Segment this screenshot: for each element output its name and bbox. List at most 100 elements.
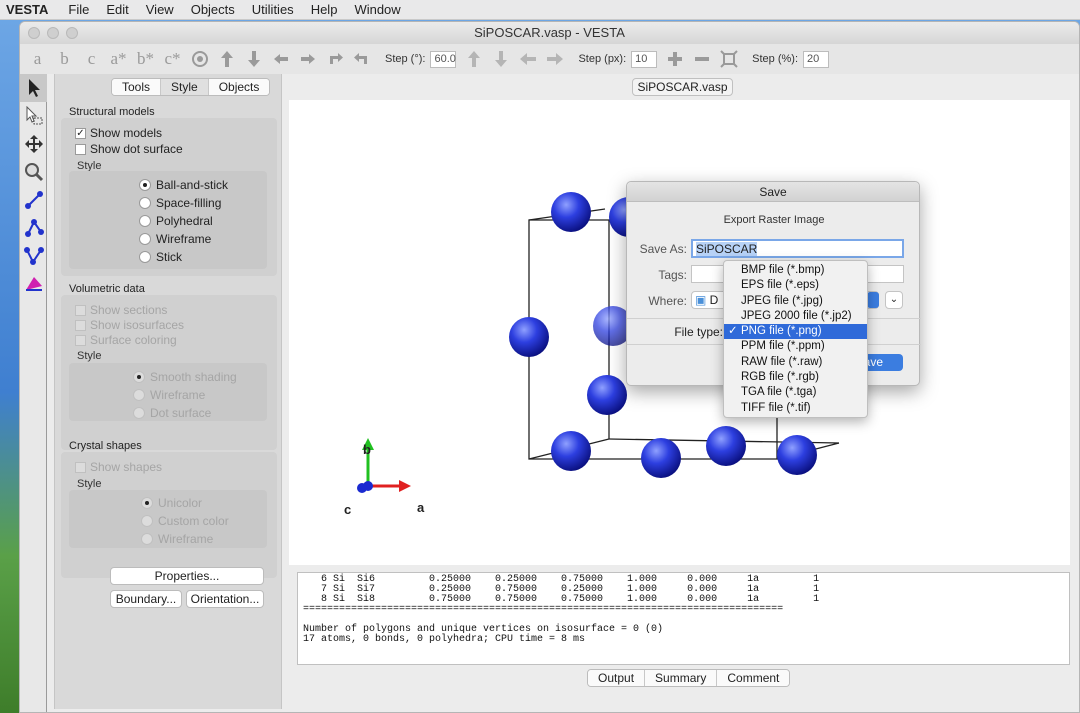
menu-utilities[interactable]: Utilities <box>252 2 294 17</box>
vesta-window: SiPOSCAR.vasp - VESTA a b c a* b* c* Ste… <box>19 21 1080 713</box>
save-as-label: Save As: <box>639 242 687 256</box>
custom-color-radio[interactable]: Custom color <box>141 514 229 528</box>
view-along-c-button[interactable]: c <box>80 47 103 71</box>
si-atom <box>706 426 746 466</box>
file-type-option[interactable]: TGA file (*.tga) <box>724 385 867 400</box>
close-window-button[interactable] <box>28 27 40 39</box>
rotate-right-icon[interactable] <box>296 47 319 71</box>
dihedral-tool-icon[interactable] <box>20 242 47 270</box>
volumetric-wireframe-radio[interactable]: Wireframe <box>133 388 205 402</box>
app-menu[interactable]: VESTA <box>6 2 48 17</box>
surface-coloring-checkbox[interactable]: Surface coloring <box>75 333 177 347</box>
fit-to-window-icon[interactable] <box>717 47 740 71</box>
zoom-in-icon[interactable] <box>663 47 686 71</box>
tab-summary[interactable]: Summary <box>645 670 718 686</box>
menu-help[interactable]: Help <box>311 2 338 17</box>
tab-tools[interactable]: Tools <box>112 79 162 95</box>
menu-bar: VESTA File Edit View Objects Utilities H… <box>0 0 1080 20</box>
step-px-input[interactable]: 10 <box>631 50 658 68</box>
smooth-shading-radio[interactable]: Smooth shading <box>133 370 237 384</box>
move-down-icon[interactable] <box>489 47 512 71</box>
file-type-option[interactable]: JPEG file (*.jpg) <box>724 294 867 309</box>
step-deg-label: Step (°): <box>385 53 426 65</box>
show-models-checkbox[interactable]: ✓ Show models <box>75 126 162 140</box>
distance-tool-icon[interactable] <box>20 186 47 214</box>
show-dot-surface-checkbox[interactable]: Show dot surface <box>75 142 183 156</box>
menu-objects[interactable]: Objects <box>191 2 235 17</box>
window-titlebar: SiPOSCAR.vasp - VESTA <box>20 22 1079 44</box>
view-along-b-button[interactable]: b <box>53 47 76 71</box>
file-type-option[interactable]: JPEG 2000 file (*.jp2) <box>724 309 867 324</box>
move-right-icon[interactable] <box>543 47 566 71</box>
stick-radio[interactable]: Stick <box>139 250 182 264</box>
output-line: ========================================… <box>303 604 784 615</box>
translate-tool-icon[interactable] <box>20 130 47 158</box>
file-type-option[interactable]: EPS file (*.eps) <box>724 278 867 293</box>
file-type-label: File type: <box>674 325 723 339</box>
expand-chevron-icon[interactable]: ⌄ <box>885 291 903 309</box>
menu-file[interactable]: File <box>68 2 89 17</box>
polyhedral-radio[interactable]: Polyhedral <box>139 214 213 228</box>
rotate-down-icon[interactable] <box>242 47 265 71</box>
ball-and-stick-radio[interactable]: Ball-and-stick <box>139 178 228 192</box>
tab-comment[interactable]: Comment <box>717 670 790 686</box>
crystal-wireframe-radio[interactable]: Wireframe <box>141 532 213 546</box>
file-type-option[interactable]: PPM file (*.ppm) <box>724 339 867 354</box>
show-isosurfaces-checkbox[interactable]: Show isosurfaces <box>75 318 184 332</box>
si-atom <box>551 192 591 232</box>
where-dropdown-icon[interactable] <box>867 292 879 308</box>
checkmark-icon: ✓ <box>728 325 738 338</box>
tab-output[interactable]: Output <box>588 670 646 686</box>
file-type-option[interactable]: BMP file (*.bmp) <box>724 263 867 278</box>
step-px-label: Step (px): <box>578 53 627 65</box>
rotate-ccw-icon[interactable] <box>323 47 346 71</box>
reset-orientation-icon[interactable] <box>188 47 211 71</box>
menu-window[interactable]: Window <box>354 2 400 17</box>
view-along-b-star-button[interactable]: b* <box>134 47 157 71</box>
output-text-area[interactable]: 6 Si Si6 0.25000 0.25000 0.75000 1.000 0… <box>297 572 1070 665</box>
show-shapes-checkbox[interactable]: Show shapes <box>75 460 162 474</box>
unicolor-radio[interactable]: Unicolor <box>141 496 202 510</box>
crystal-shapes-title: Crystal shapes <box>69 440 142 452</box>
file-type-option[interactable]: TIFF file (*.tif) <box>724 401 867 416</box>
file-type-option[interactable]: ✓ PNG file (*.png) <box>724 324 867 340</box>
select-region-tool-icon[interactable] <box>20 102 47 130</box>
wireframe-radio[interactable]: Wireframe <box>139 232 211 246</box>
tab-objects[interactable]: Objects <box>208 79 270 95</box>
volumetric-style-label: Style <box>77 350 102 362</box>
move-up-icon[interactable] <box>462 47 485 71</box>
lattice-plane-tool-icon[interactable] <box>20 270 47 298</box>
magnifier-tool-icon[interactable] <box>20 158 47 186</box>
tab-style[interactable]: Style <box>161 79 209 95</box>
rotate-left-icon[interactable] <box>269 47 292 71</box>
menu-view[interactable]: View <box>146 2 174 17</box>
minimize-window-button[interactable] <box>47 27 59 39</box>
zoom-window-button[interactable] <box>66 27 78 39</box>
save-as-input[interactable]: SiPOSCAR <box>691 239 904 258</box>
menu-edit[interactable]: Edit <box>106 2 128 17</box>
document-tab[interactable]: SiPOSCAR.vasp <box>632 78 733 96</box>
space-filling-radio[interactable]: Space-filling <box>139 196 221 210</box>
properties-button[interactable]: Properties... <box>110 567 264 585</box>
view-along-c-star-button[interactable]: c* <box>161 47 184 71</box>
file-type-option[interactable]: RGB file (*.rgb) <box>724 370 867 385</box>
move-left-icon[interactable] <box>516 47 539 71</box>
window-title: SiPOSCAR.vasp - VESTA <box>474 25 625 40</box>
rotate-cw-icon[interactable] <box>350 47 373 71</box>
show-sections-checkbox[interactable]: Show sections <box>75 303 167 317</box>
view-along-a-star-button[interactable]: a* <box>107 47 130 71</box>
view-along-a-button[interactable]: a <box>26 47 49 71</box>
rotate-up-icon[interactable] <box>215 47 238 71</box>
zoom-out-icon[interactable] <box>690 47 713 71</box>
select-tool-icon[interactable] <box>20 74 47 102</box>
step-deg-input[interactable]: 60.0 <box>430 50 457 68</box>
boundary-button[interactable]: Boundary... <box>110 590 182 608</box>
step-pct-input[interactable]: 20 <box>803 50 830 68</box>
step-pct-label: Step (%): <box>752 53 799 65</box>
file-type-dropdown[interactable]: BMP file (*.bmp) EPS file (*.eps) JPEG fil… <box>723 260 868 418</box>
file-type-option[interactable]: RAW file (*.raw) <box>724 355 867 370</box>
orientation-button[interactable]: Orientation... <box>186 590 264 608</box>
output-tabs: Output Summary Comment <box>587 669 791 687</box>
dot-surface-radio[interactable]: Dot surface <box>133 406 211 420</box>
angle-tool-icon[interactable] <box>20 214 47 242</box>
